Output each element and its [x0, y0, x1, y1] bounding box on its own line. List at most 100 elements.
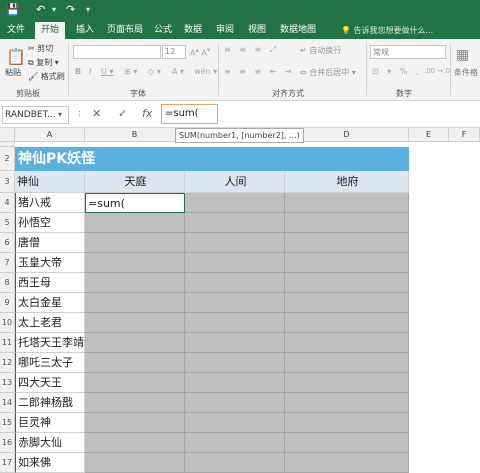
undo-dropdown-icon[interactable]: ▾: [52, 5, 56, 14]
underline-button[interactable]: U ▾: [101, 67, 113, 76]
value-cell[interactable]: [285, 193, 409, 213]
name-cell[interactable]: 猪八戒: [15, 193, 85, 213]
column-header[interactable]: A: [15, 128, 85, 142]
row-header[interactable]: 3: [0, 171, 15, 193]
copy-button[interactable]: ⧉ 复制 ▾: [28, 57, 59, 68]
italic-button[interactable]: I: [89, 67, 91, 76]
fill-color-icon[interactable]: ◇ ▾: [148, 67, 161, 76]
merge-center-button[interactable]: ⇔ 合并后居中 ▾: [300, 67, 356, 78]
name-cell[interactable]: 太上老君: [15, 313, 85, 333]
tab-page-layout[interactable]: 页面布局: [103, 22, 147, 39]
row-header[interactable]: 14: [0, 393, 15, 413]
value-cell[interactable]: [285, 393, 409, 413]
row-header[interactable]: 5: [0, 213, 15, 233]
format-painter-button[interactable]: 🖌 格式刷: [28, 71, 65, 82]
name-cell[interactable]: 二郎神杨戬: [15, 393, 85, 413]
name-cell[interactable]: 哪吒三太子: [15, 353, 85, 373]
bold-button[interactable]: B: [75, 67, 81, 76]
conditional-format-icon[interactable]: ▦: [456, 47, 469, 63]
tab-home[interactable]: 开始: [35, 22, 65, 39]
value-cell[interactable]: [285, 413, 409, 433]
paste-icon[interactable]: 📋: [6, 47, 26, 66]
value-cell[interactable]: [285, 233, 409, 253]
value-cell[interactable]: [185, 353, 285, 373]
row-header[interactable]: 9: [0, 293, 15, 313]
value-cell[interactable]: [185, 393, 285, 413]
undo-icon[interactable]: ↶: [36, 3, 45, 16]
row-header[interactable]: 16: [0, 433, 15, 453]
row-header[interactable]: 2: [0, 147, 15, 171]
value-cell[interactable]: [185, 313, 285, 333]
phonetic-icon[interactable]: wén ▾: [194, 67, 217, 76]
number-format-select[interactable]: 常规: [370, 45, 446, 59]
value-cell[interactable]: [185, 293, 285, 313]
value-cell[interactable]: [85, 353, 185, 373]
value-cell[interactable]: [85, 253, 185, 273]
name-cell[interactable]: 太白金星: [15, 293, 85, 313]
row-header[interactable]: 17: [0, 453, 15, 473]
row-header[interactable]: 7: [0, 253, 15, 273]
cancel-icon[interactable]: ✕: [92, 107, 101, 120]
value-cell[interactable]: [85, 213, 185, 233]
tell-me-search[interactable]: 💡 告诉我您想要做什么...: [341, 22, 433, 39]
decimal-icons[interactable]: .00 →.0: [424, 67, 450, 75]
value-cell[interactable]: [285, 313, 409, 333]
column-header[interactable]: B: [85, 128, 185, 142]
value-cell[interactable]: [285, 373, 409, 393]
value-cell[interactable]: [85, 273, 185, 293]
grow-font-icon[interactable]: A▴ A▾: [190, 46, 210, 58]
paste-button[interactable]: 粘贴: [5, 67, 21, 78]
wrap-text-button[interactable]: ↵ 自动换行: [300, 45, 341, 56]
enter-icon[interactable]: ✓: [118, 107, 127, 120]
value-cell[interactable]: [285, 293, 409, 313]
row-header[interactable]: 10: [0, 313, 15, 333]
name-box-dropdown-icon[interactable]: ▾: [58, 110, 62, 119]
name-cell[interactable]: 巨灵神: [15, 413, 85, 433]
value-cell[interactable]: [185, 213, 285, 233]
value-cell[interactable]: [285, 333, 409, 353]
value-cell[interactable]: [185, 273, 285, 293]
customize-toolbar-icon[interactable]: ▾: [86, 5, 90, 14]
tab-file[interactable]: 文件: [2, 22, 30, 39]
value-cell[interactable]: [185, 453, 285, 473]
row-header[interactable]: 4: [0, 193, 15, 213]
name-cell[interactable]: 如来佛: [15, 453, 85, 473]
value-cell[interactable]: [285, 433, 409, 453]
tab-view[interactable]: 视图: [244, 22, 270, 39]
horizontal-align-icons[interactable]: ≡ ≡ ≡ ⇤ ⇥: [224, 67, 295, 76]
row-header[interactable]: 6: [0, 233, 15, 253]
row-header[interactable]: 11: [0, 333, 15, 353]
value-cell[interactable]: [85, 313, 185, 333]
value-cell[interactable]: [185, 193, 285, 213]
font-size-select[interactable]: 12: [162, 45, 186, 59]
cut-button[interactable]: ✂ 剪切: [28, 43, 53, 54]
header-cell[interactable]: 神仙: [15, 171, 85, 193]
value-cell[interactable]: [85, 233, 185, 253]
tab-insert[interactable]: 插入: [70, 22, 100, 39]
tab-data-map[interactable]: 数据地图: [276, 22, 320, 39]
value-cell[interactable]: [185, 373, 285, 393]
value-cell[interactable]: [185, 233, 285, 253]
row-header[interactable]: 13: [0, 373, 15, 393]
value-cell[interactable]: [285, 353, 409, 373]
value-cell[interactable]: [185, 253, 285, 273]
borders-icon[interactable]: ⊞ ▾: [124, 67, 137, 76]
value-cell[interactable]: [185, 433, 285, 453]
value-cell[interactable]: [85, 373, 185, 393]
sheet-title-cell[interactable]: 神仙PK妖怪: [15, 147, 409, 171]
value-cell[interactable]: [85, 293, 185, 313]
tab-formulas[interactable]: 公式: [150, 22, 176, 39]
tab-data[interactable]: 数据: [180, 22, 206, 39]
header-cell[interactable]: 天庭: [85, 171, 185, 193]
redo-icon[interactable]: ↷: [66, 3, 75, 16]
value-cell[interactable]: [285, 253, 409, 273]
name-cell[interactable]: 四大天王: [15, 373, 85, 393]
save-icon[interactable]: 💾: [6, 3, 20, 16]
column-header[interactable]: E: [409, 128, 449, 142]
column-header[interactable]: F: [449, 128, 480, 142]
value-cell[interactable]: [85, 433, 185, 453]
name-cell[interactable]: 玉皇大帝: [15, 253, 85, 273]
insert-function-icon[interactable]: fx: [142, 107, 152, 120]
formula-input[interactable]: =sum(: [161, 104, 218, 124]
value-cell[interactable]: [285, 213, 409, 233]
